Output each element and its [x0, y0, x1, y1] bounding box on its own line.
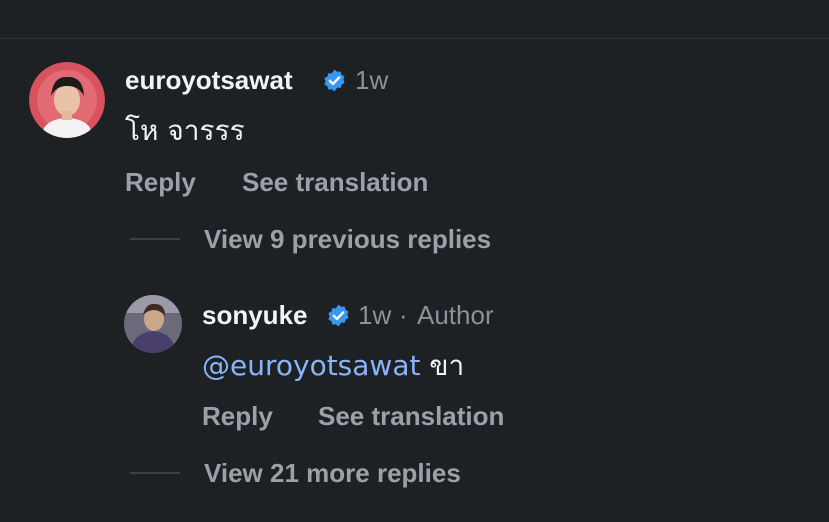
meta-separator: · — [399, 300, 408, 330]
author-badge: Author — [417, 300, 494, 330]
see-translation-button[interactable]: See translation — [318, 401, 504, 431]
reply-username[interactable]: sonyuke — [202, 300, 308, 330]
reply-timestamp: 1w — [358, 300, 392, 330]
see-translation-button[interactable]: See translation — [242, 167, 428, 197]
reply-message: ขา — [429, 349, 465, 382]
top-divider — [0, 38, 829, 39]
comment-username[interactable]: euroyotsawat — [125, 65, 293, 95]
verified-badge-icon — [324, 69, 345, 92]
verified-badge-icon — [328, 304, 349, 327]
comments-panel: euroyotsawat 1w โห จารรร Reply See trans… — [0, 0, 829, 522]
avatar[interactable] — [29, 62, 105, 138]
reply-text: @euroyotsawat ขา — [202, 349, 464, 383]
comment-text: โห จารรร — [125, 114, 245, 147]
thread-line — [130, 472, 180, 474]
view-more-replies-button[interactable]: View 21 more replies — [204, 458, 461, 488]
avatar[interactable] — [124, 295, 182, 353]
comment-timestamp: 1w — [355, 65, 389, 95]
mention-link[interactable]: @euroyotsawat — [202, 349, 420, 382]
thread-line — [130, 238, 180, 240]
reply-button[interactable]: Reply — [202, 401, 273, 431]
reply-button[interactable]: Reply — [125, 167, 196, 197]
view-previous-replies-button[interactable]: View 9 previous replies — [204, 224, 491, 254]
